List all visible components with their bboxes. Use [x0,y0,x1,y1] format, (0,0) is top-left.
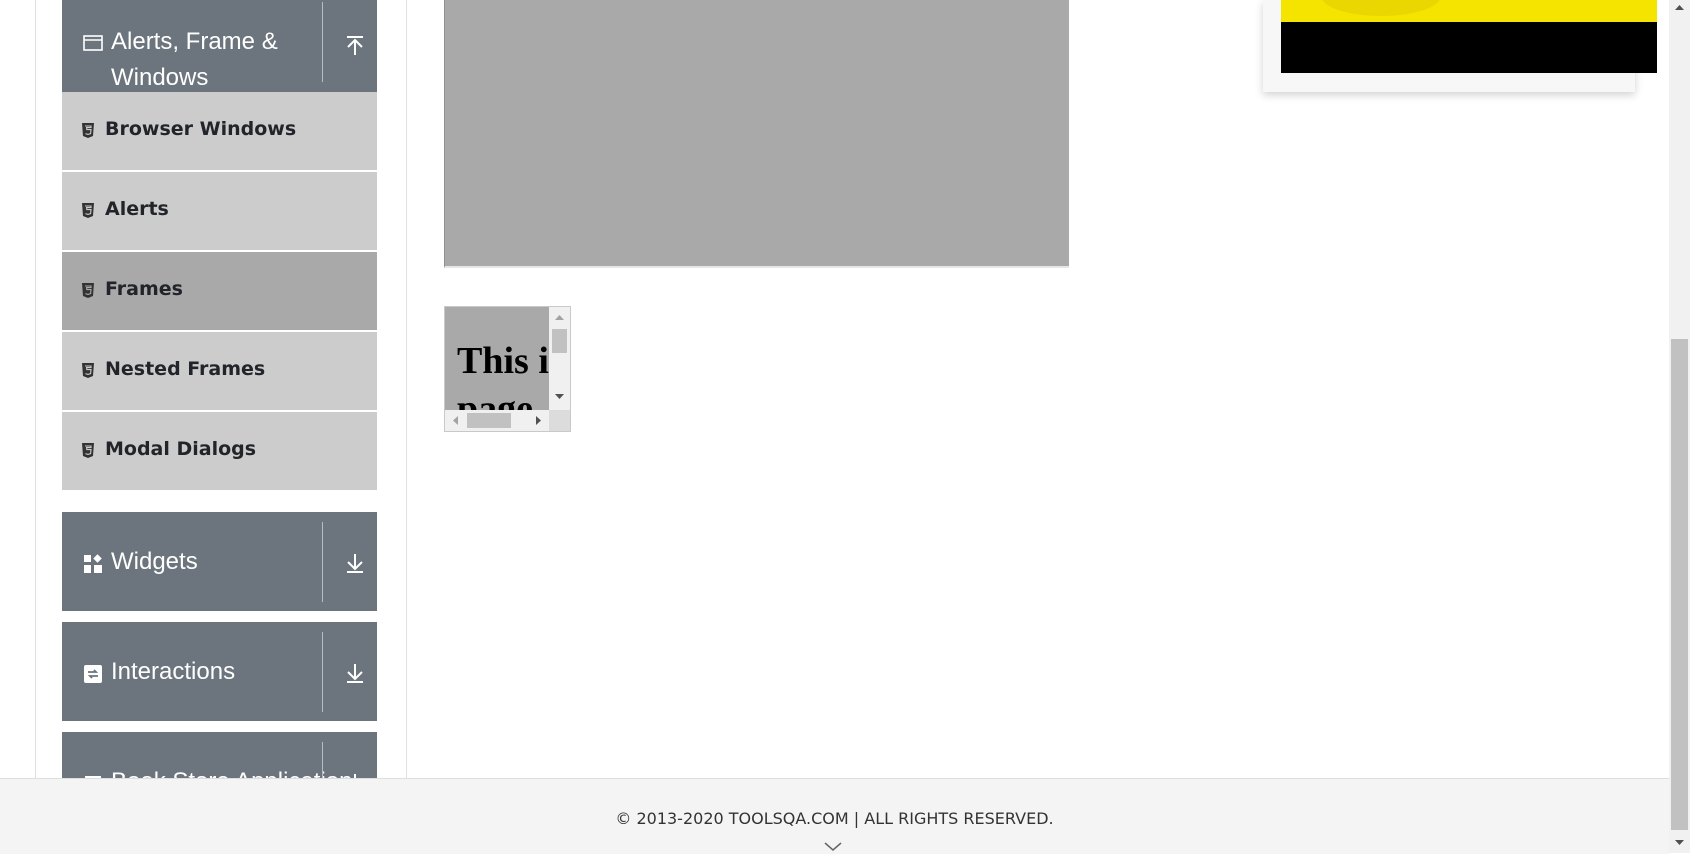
small-frame[interactable]: This is a sample page [444,306,571,432]
collapse-arrow-icon[interactable] [344,34,366,56]
group-title: Widgets [111,548,198,575]
group-header-alerts-frame-windows[interactable]: Alerts, Frame & Windows [62,0,377,92]
ad-banner-yellow [1281,0,1657,22]
group-divider [322,2,323,82]
sidebar-item-label: Alerts [105,198,169,220]
scrollbar-corner [549,410,570,431]
page-scrollbar-thumb[interactable] [1671,339,1688,830]
sidebar-item-label: Frames [105,278,183,300]
group-divider [322,522,323,602]
chevron-down-icon[interactable] [824,839,842,857]
group-header-interactions[interactable]: Interactions [62,622,377,721]
window-icon [83,33,103,53]
group-title: Book Store Application [111,764,353,778]
copyright-text: © 2013-2020 TOOLSQA.COM | ALL RIGHTS RES… [615,809,1054,828]
sidebar-right-border [406,0,407,778]
sidebar-item-label: Nested Frames [105,358,266,380]
container-left-border [35,0,36,778]
sidebar-item-frames[interactable]: Frames [62,252,377,332]
group-header-book-store[interactable]: Book Store Application [62,732,377,778]
page-scrollbar[interactable] [1669,0,1690,853]
page-footer: © 2013-2020 TOOLSQA.COM | ALL RIGHTS RES… [0,778,1669,854]
widgets-icon [83,554,103,574]
group-header-widgets[interactable]: Widgets [62,512,377,611]
html5-icon [81,282,95,298]
html5-icon [81,442,95,458]
sidebar-item-label: Browser Windows [105,118,297,140]
sidebar-item-modal-dialogs[interactable]: Modal Dialogs [62,412,377,492]
group-divider [322,742,323,778]
html5-icon [81,202,95,218]
group-divider [322,632,323,712]
html5-icon [81,362,95,378]
sidebar-item-browser-windows[interactable]: Browser Windows [62,92,377,172]
sidebar-item-alerts[interactable]: Alerts [62,172,377,252]
group-title: Alerts, Frame & Windows [111,28,278,91]
sidebar-item-label: Modal Dialogs [105,438,257,460]
ad-banner-black [1281,22,1657,73]
sidebar-item-nested-frames[interactable]: Nested Frames [62,332,377,412]
large-frame[interactable] [444,0,1069,268]
interactions-icon [83,664,103,684]
frame-vertical-scrollbar[interactable] [549,307,570,410]
advertisement-card[interactable] [1263,0,1657,92]
html5-icon [81,122,95,138]
frame-horizontal-scrollbar[interactable] [445,410,549,431]
group-title: Interactions [111,658,236,685]
expand-arrow-icon[interactable] [344,553,366,575]
expand-arrow-icon[interactable] [344,663,366,685]
